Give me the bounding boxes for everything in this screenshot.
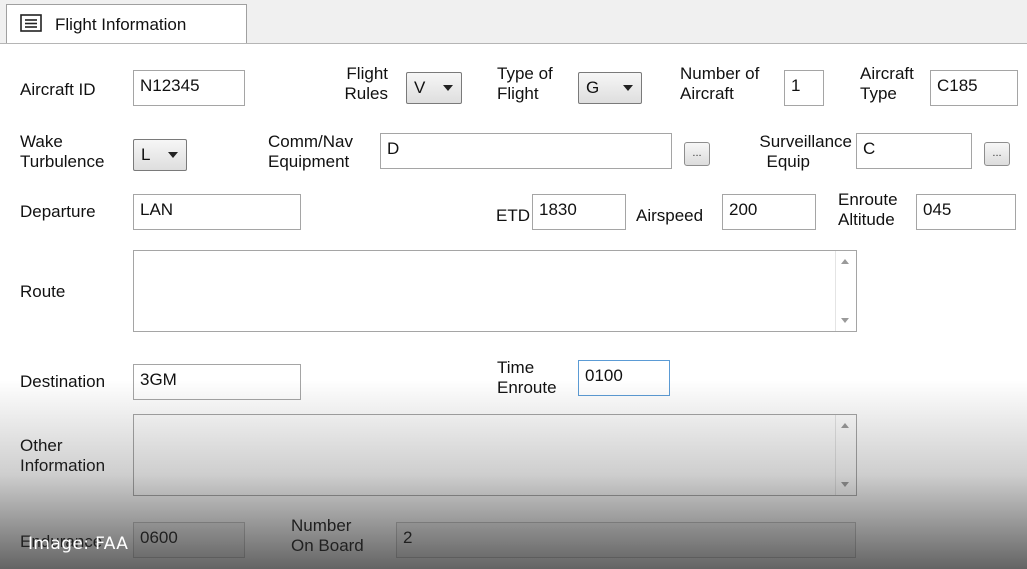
endurance-field[interactable]: 0600 bbox=[133, 522, 245, 558]
other-information-textarea[interactable] bbox=[133, 414, 857, 496]
enroute-altitude-field[interactable]: 045 bbox=[916, 194, 1016, 230]
flight-rules-dropdown[interactable]: V bbox=[406, 72, 462, 104]
aircraft-id-label: Aircraft ID bbox=[20, 80, 96, 99]
chevron-down-icon bbox=[168, 152, 178, 158]
surveillance-equip-field[interactable]: C bbox=[856, 133, 972, 169]
route-label: Route bbox=[20, 282, 66, 301]
enroute-altitude-label-line2: Altitude bbox=[838, 210, 895, 229]
wake-turbulence-dropdown[interactable]: L bbox=[133, 139, 187, 171]
other-information-label-line1: Other bbox=[20, 436, 63, 455]
time-enroute-field[interactable]: 0100 bbox=[578, 360, 670, 396]
comm-nav-equipment-label-line1: Comm/Nav bbox=[268, 132, 354, 151]
departure-field[interactable]: LAN bbox=[133, 194, 301, 230]
image-credit: Image: FAA bbox=[28, 534, 129, 554]
etd-field[interactable]: 1830 bbox=[532, 194, 626, 230]
other-information-scrollbar[interactable] bbox=[835, 415, 856, 495]
wake-turbulence-label-line1: Wake bbox=[20, 132, 63, 151]
type-of-flight-label-line2: Flight bbox=[497, 84, 539, 103]
tab-flight-information[interactable]: Flight Information bbox=[6, 4, 247, 44]
destination-label: Destination bbox=[20, 372, 106, 391]
scroll-up-icon[interactable] bbox=[841, 423, 849, 428]
type-of-flight-dropdown[interactable]: G bbox=[578, 72, 642, 104]
enroute-altitude-label-line1: Enroute bbox=[838, 190, 898, 209]
etd-label: ETD bbox=[496, 206, 530, 225]
wake-turbulence-label-line2: Turbulence bbox=[20, 152, 105, 171]
surveillance-equip-label-line2: Equip bbox=[766, 152, 810, 171]
aircraft-type-field[interactable]: C185 bbox=[930, 70, 1018, 106]
other-information-label-line2: Information bbox=[20, 456, 106, 475]
surveillance-equip-label-line1: Surveillance bbox=[759, 132, 852, 151]
number-of-aircraft-label-line2: Aircraft bbox=[680, 84, 734, 103]
route-scrollbar[interactable] bbox=[835, 251, 856, 331]
destination-field[interactable]: 3GM bbox=[133, 364, 301, 400]
time-enroute-label-line1: Time bbox=[497, 358, 535, 377]
number-of-aircraft-label-line1: Number of bbox=[680, 64, 760, 83]
chevron-down-icon bbox=[623, 85, 633, 91]
route-textarea[interactable] bbox=[133, 250, 857, 332]
type-of-flight-value: G bbox=[586, 78, 600, 97]
aircraft-id-field[interactable]: N12345 bbox=[133, 70, 245, 106]
tab-label: Flight Information bbox=[55, 15, 187, 34]
wake-turbulence-value: L bbox=[141, 145, 151, 164]
aircraft-type-label-line2: Type bbox=[860, 84, 897, 103]
flight-rules-value: V bbox=[414, 78, 426, 97]
scroll-down-icon[interactable] bbox=[841, 318, 849, 323]
surveillance-ellipsis-button[interactable]: ... bbox=[984, 142, 1010, 166]
aircraft-type-label-line1: Aircraft bbox=[860, 64, 914, 83]
number-of-aircraft-field[interactable]: 1 bbox=[784, 70, 824, 106]
form-list-icon bbox=[20, 14, 42, 32]
airspeed-label: Airspeed bbox=[636, 206, 704, 225]
flight-rules-label-line1: Flight bbox=[346, 64, 388, 83]
time-enroute-label-line2: Enroute bbox=[497, 378, 557, 397]
airspeed-field[interactable]: 200 bbox=[722, 194, 816, 230]
comm-nav-equipment-field[interactable]: D bbox=[380, 133, 672, 169]
number-on-board-label-line1: Number bbox=[291, 516, 352, 535]
departure-label: Departure bbox=[20, 202, 96, 221]
tab-strip: Flight Information bbox=[0, 0, 1027, 44]
comm-nav-equipment-label-line2: Equipment bbox=[268, 152, 350, 171]
scroll-down-icon[interactable] bbox=[841, 482, 849, 487]
flight-rules-label-line2: Rules bbox=[344, 84, 388, 103]
chevron-down-icon bbox=[443, 85, 453, 91]
type-of-flight-label-line1: Type of bbox=[497, 64, 553, 83]
scroll-up-icon[interactable] bbox=[841, 259, 849, 264]
comm-nav-ellipsis-button[interactable]: ... bbox=[684, 142, 710, 166]
number-on-board-label-line2: On Board bbox=[291, 536, 364, 555]
number-on-board-field[interactable]: 2 bbox=[396, 522, 856, 558]
